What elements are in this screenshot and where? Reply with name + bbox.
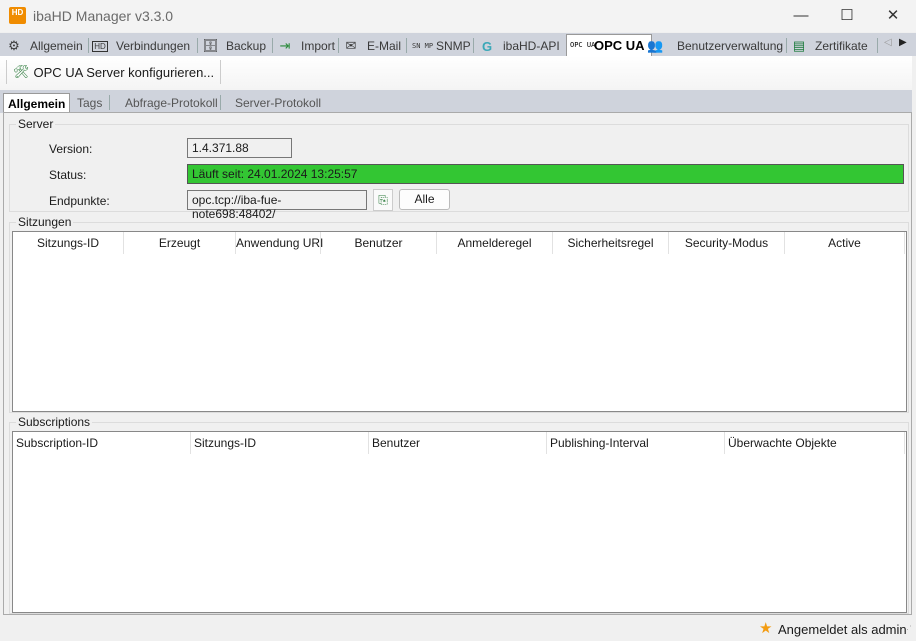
import-icon: ⇥ xyxy=(279,38,291,53)
snmp-icon: SN MP xyxy=(412,41,434,50)
endpoints-label: Endpunkte: xyxy=(49,194,110,208)
main-tab-strip: ⚙ Allgemein HD Verbindungen 🗄 Backup ⇥ Impor… xyxy=(0,33,916,56)
subscriptions-table[interactable]: Subscription-ID Sitzungs-ID Benutzer Pub… xyxy=(12,431,907,613)
tab-benutzerverwaltung[interactable]: 👥 Benutzerverwaltung xyxy=(647,36,783,56)
tab-label: Import xyxy=(301,39,336,53)
opcua-icon: OPC UA xyxy=(570,41,596,49)
toolbar: 🛠 OPC UA Server konfigurieren... xyxy=(0,56,912,90)
tab-label: E-Mail xyxy=(367,39,402,53)
star-icon: ★ xyxy=(759,620,773,637)
tab-label: Zertifikate xyxy=(815,39,868,53)
tab-label: Backup xyxy=(226,39,267,53)
column-header[interactable]: Sitzungs-ID xyxy=(191,432,369,454)
resize-grip-icon[interactable]: ⋰ xyxy=(903,624,912,635)
tab-backup[interactable]: 🗄 Backup xyxy=(202,36,266,56)
tab-import[interactable]: ⇥ Import xyxy=(277,36,335,56)
tools-icon: 🛠 xyxy=(13,64,30,79)
subtab-tags[interactable]: Tags xyxy=(77,96,102,110)
version-label: Version: xyxy=(49,142,93,156)
tab-label: Verbindungen xyxy=(116,39,191,53)
title-bar: HD ibaHD Manager v3.3.0 — ☐ ✕ xyxy=(0,0,916,32)
api-icon: G xyxy=(481,38,493,54)
gear-icon: ⚙ xyxy=(8,38,20,53)
all-endpoints-button[interactable]: Alle xyxy=(399,189,450,210)
group-label: Server xyxy=(16,117,56,131)
scroll-right-icon[interactable]: ▶ xyxy=(899,37,907,48)
column-header[interactable]: Publishing-Interval xyxy=(547,432,725,454)
column-header[interactable]: Security-Modus xyxy=(669,232,785,254)
column-header[interactable]: Active xyxy=(785,232,905,254)
group-label: Sitzungen xyxy=(16,215,74,229)
column-header[interactable]: Anmelderegel xyxy=(437,232,553,254)
tab-snmp[interactable]: SN MP SNMP xyxy=(412,36,471,56)
scroll-left-icon[interactable]: ◁ xyxy=(884,37,892,48)
tab-verbindungen[interactable]: HD Verbindungen xyxy=(92,36,190,56)
version-field: 1.4.371.88 xyxy=(187,138,292,158)
window-title: ibaHD Manager v3.3.0 xyxy=(33,8,174,24)
mail-icon: ✉ xyxy=(345,38,357,53)
button-label: OPC UA Server konfigurieren... xyxy=(33,64,215,80)
status-bar: ★ Angemeldet als admin ⋰ xyxy=(0,616,916,641)
column-header[interactable]: Sicherheitsregel xyxy=(553,232,669,254)
copy-icon[interactable]: ⎘ xyxy=(373,189,393,211)
endpoint-field[interactable]: opc.tcp://iba-fue-note698:48402/ xyxy=(187,190,367,221)
column-header[interactable]: Erzeugt xyxy=(124,232,236,254)
subscriptions-group: Subscriptions Subscription-ID Sitzungs-I… xyxy=(9,415,909,614)
close-button[interactable]: ✕ xyxy=(870,4,916,28)
users-icon: 👥 xyxy=(647,38,664,53)
tab-ibahd-api[interactable]: GibaHD-API xyxy=(479,36,560,56)
sessions-table[interactable]: Sitzungs-ID Erzeugt Anwendung URI Benutz… xyxy=(12,231,907,412)
column-header[interactable]: Überwachte Objekte xyxy=(725,432,905,454)
column-header[interactable]: Anwendung URI xyxy=(236,232,323,254)
maximize-button[interactable]: ☐ xyxy=(824,4,870,28)
subtab-abfrage-protokoll[interactable]: Abfrage-Protokoll xyxy=(125,96,218,110)
subtab-server-protokoll[interactable]: Server-Protokoll xyxy=(235,96,321,110)
certificate-icon: ▤ xyxy=(792,38,806,53)
database-icon: 🗄 xyxy=(202,38,219,53)
sessions-group: Sitzungen Sitzungs-ID Erzeugt Anwendung … xyxy=(9,215,909,413)
app-logo-icon: HD xyxy=(9,7,26,24)
column-header[interactable]: Benutzer xyxy=(321,232,437,254)
minimize-button[interactable]: — xyxy=(778,4,824,28)
tab-allgemein[interactable]: ⚙ Allgemein xyxy=(6,36,83,56)
status-field: Läuft seit: 24.01.2024 13:25:57 xyxy=(187,164,904,184)
subtab-allgemein[interactable]: Allgemein xyxy=(3,93,71,114)
tab-label: Benutzerverwaltung xyxy=(677,39,784,53)
monitor-hd-icon: HD xyxy=(92,40,108,52)
tab-zertifikate[interactable]: ▤ Zertifikate xyxy=(791,36,868,56)
status-label: Status: xyxy=(49,168,87,182)
configure-opcua-button[interactable]: 🛠 OPC UA Server konfigurieren... xyxy=(6,60,222,84)
tab-label: OPC UA xyxy=(594,38,645,53)
tab-label: ibaHD-API xyxy=(503,39,560,53)
tab-label: SNMP xyxy=(436,39,471,53)
group-label: Subscriptions xyxy=(16,415,93,429)
content-panel: Server Version: 1.4.371.88 Status: Läuft… xyxy=(3,112,912,615)
login-status: Angemeldet als admin xyxy=(778,622,907,637)
server-group: Server Version: 1.4.371.88 Status: Läuft… xyxy=(9,117,909,221)
column-header[interactable]: Benutzer xyxy=(369,432,547,454)
sub-tab-strip: Allgemein Tags Abfrage-Protokoll Server-… xyxy=(0,90,912,114)
tab-label: Allgemein xyxy=(30,39,83,53)
column-header[interactable]: Sitzungs-ID xyxy=(13,232,124,254)
tab-email[interactable]: ✉ E-Mail xyxy=(343,36,401,56)
tab-opc-ua[interactable]: OPC UA OPC UA xyxy=(566,34,652,56)
column-header[interactable]: Subscription-ID xyxy=(13,432,191,454)
